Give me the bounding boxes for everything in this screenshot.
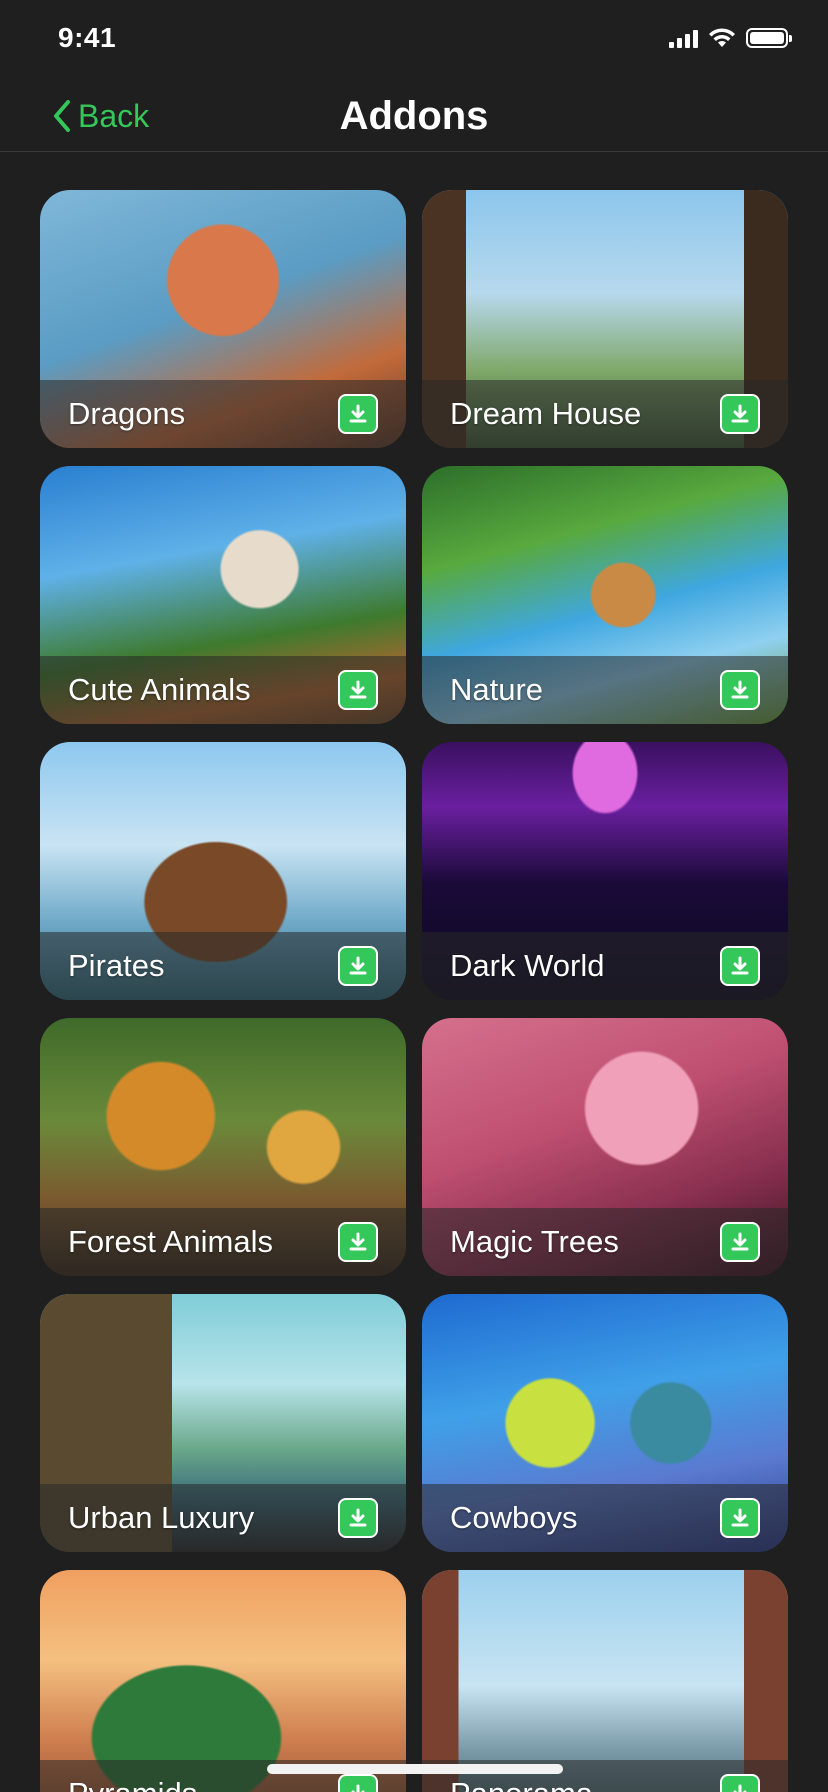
back-button[interactable]: Back — [52, 80, 149, 152]
addon-art-panorama — [422, 1570, 788, 1792]
download-icon — [731, 404, 749, 423]
addon-card-cowboys[interactable]: Cowboys — [422, 1294, 788, 1552]
download-icon — [731, 1508, 749, 1527]
addon-title: Cowboys — [450, 1500, 578, 1535]
addon-title: Magic Trees — [450, 1224, 619, 1259]
status-icons — [669, 28, 792, 48]
addon-title: Dragons — [68, 396, 186, 431]
download-button[interactable] — [720, 1222, 760, 1262]
addon-art-pyramids — [40, 1570, 406, 1792]
addon-card-dream-house[interactable]: Dream House — [422, 190, 788, 448]
download-icon — [733, 1784, 747, 1792]
addon-card-dragons[interactable]: Dragons — [40, 190, 406, 448]
card-footer: Urban Luxury — [40, 1484, 406, 1552]
addon-title: Cute Animals — [68, 672, 251, 707]
download-button[interactable] — [338, 1774, 378, 1792]
wifi-icon — [709, 28, 735, 47]
download-button[interactable] — [338, 670, 378, 710]
battery-icon — [746, 28, 792, 48]
addon-card-magic-trees[interactable]: Magic Trees — [422, 1018, 788, 1276]
addon-card-panorama[interactable]: Panorama — [422, 1570, 788, 1792]
addon-title: Pirates — [68, 948, 165, 983]
addon-card-pyramids[interactable]: Pyramids — [40, 1570, 406, 1792]
addon-card-forest-animals[interactable]: Forest Animals — [40, 1018, 406, 1276]
download-button[interactable] — [720, 394, 760, 434]
card-footer: Forest Animals — [40, 1208, 406, 1276]
card-footer: Dark World — [422, 932, 788, 1000]
download-icon — [349, 1508, 367, 1527]
download-icon — [349, 956, 367, 975]
card-footer: Dream House — [422, 380, 788, 448]
addon-card-urban-luxury[interactable]: Urban Luxury — [40, 1294, 406, 1552]
download-button[interactable] — [338, 394, 378, 434]
card-footer: Cute Animals — [40, 656, 406, 724]
download-icon — [731, 1232, 749, 1251]
download-icon — [349, 680, 367, 699]
card-footer: Dragons — [40, 380, 406, 448]
addon-card-nature[interactable]: Nature — [422, 466, 788, 724]
download-button[interactable] — [720, 946, 760, 986]
back-label: Back — [78, 97, 150, 134]
home-indicator[interactable] — [267, 1764, 563, 1774]
download-button[interactable] — [720, 1774, 760, 1792]
download-icon — [349, 1232, 367, 1251]
addon-title: Forest Animals — [68, 1224, 274, 1259]
download-button[interactable] — [338, 1498, 378, 1538]
card-footer: Cowboys — [422, 1484, 788, 1552]
addon-title: Dream House — [450, 396, 642, 431]
card-footer: Magic Trees — [422, 1208, 788, 1276]
download-button[interactable] — [338, 946, 378, 986]
download-icon — [349, 404, 367, 423]
download-button[interactable] — [720, 670, 760, 710]
addon-title: Pyramids — [68, 1776, 197, 1792]
nav-bar: Back Addons — [0, 80, 828, 152]
download-icon — [731, 680, 749, 699]
card-footer: Pirates — [40, 932, 406, 1000]
download-icon — [731, 956, 749, 975]
addon-card-cute-animals[interactable]: Cute Animals — [40, 466, 406, 724]
download-button[interactable] — [720, 1498, 760, 1538]
addon-title: Panorama — [450, 1776, 593, 1792]
cellular-signal-icon — [669, 28, 698, 48]
addon-title: Dark World — [450, 948, 605, 983]
download-button[interactable] — [338, 1222, 378, 1262]
card-footer: Nature — [422, 656, 788, 724]
status-time: 9:41 — [58, 22, 117, 53]
addon-grid: Dragons Dream House Cute Animals Nature — [40, 190, 788, 1792]
addon-title: Urban Luxury — [68, 1500, 255, 1535]
chevron-left-icon — [54, 100, 70, 132]
addon-card-pirates[interactable]: Pirates — [40, 742, 406, 1000]
addon-card-dark-world[interactable]: Dark World — [422, 742, 788, 1000]
status-bar: 9:41 — [0, 0, 828, 80]
addon-title: Nature — [450, 672, 544, 707]
download-icon — [351, 1784, 365, 1792]
